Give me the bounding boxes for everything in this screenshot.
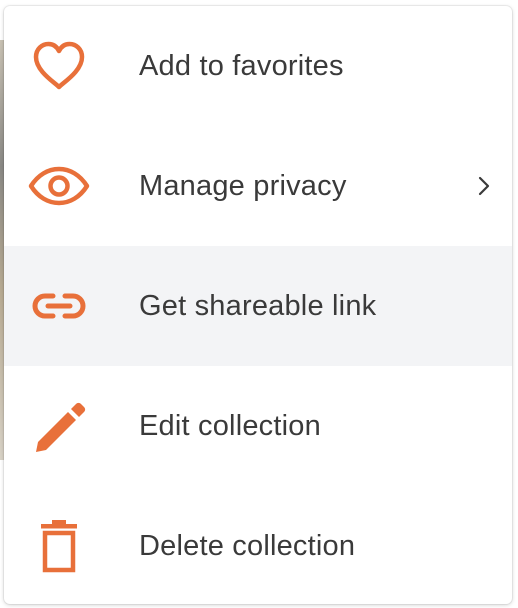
menu-item-edit-collection[interactable]: Edit collection: [4, 366, 512, 486]
menu-item-label: Manage privacy: [139, 170, 347, 202]
menu-item-label: Edit collection: [139, 410, 321, 442]
menu-item-delete-collection[interactable]: Delete collection: [4, 486, 512, 604]
menu-item-get-shareable-link[interactable]: Get shareable link: [4, 246, 512, 366]
menu-item-add-to-favorites[interactable]: Add to favorites: [4, 6, 512, 126]
link-icon: [28, 275, 90, 337]
menu-item-manage-privacy[interactable]: Manage privacy: [4, 126, 512, 246]
menu-item-label: Get shareable link: [139, 290, 377, 322]
pencil-icon: [28, 395, 90, 457]
chevron-right-icon: [472, 171, 496, 201]
heart-icon: [28, 35, 90, 97]
menu-item-label: Delete collection: [139, 530, 356, 562]
collection-options-menu: Add to favorites Manage privacy Get shar…: [4, 6, 512, 604]
menu-item-label: Add to favorites: [139, 50, 344, 82]
trash-icon: [28, 515, 90, 577]
eye-icon: [28, 155, 90, 217]
